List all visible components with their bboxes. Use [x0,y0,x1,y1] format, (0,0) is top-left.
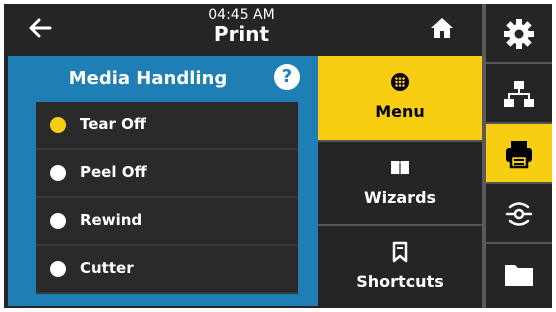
radio-selected-icon [50,117,66,133]
dots-grid-icon [391,73,409,91]
shortcuts-label: Shortcuts [356,272,444,291]
wireless-icon [505,202,533,226]
bookmark-icon [392,241,408,263]
book-icon [391,161,409,176]
print-button[interactable] [486,124,552,184]
connectivity-button[interactable] [486,184,552,244]
option-label: Tear Off [80,115,147,133]
menu-column: Menu Wizards Shortcuts [318,56,482,308]
storage-button[interactable] [486,244,552,308]
radio-icon [50,261,66,277]
option-label: Cutter [80,259,134,277]
menu-button[interactable]: Menu [318,56,482,140]
page-title: Print [213,22,270,47]
printer-icon [506,141,532,169]
network-button[interactable] [486,64,552,124]
option-peel-off[interactable]: Peel Off [36,150,298,198]
network-icon [504,81,534,107]
menu-label: Menu [375,102,425,121]
option-rewind[interactable]: Rewind [36,198,298,246]
title-block: 04:45 AM Print [154,7,329,47]
folder-icon [505,265,533,286]
option-tear-off[interactable]: Tear Off [36,102,298,150]
top-bar: 04:45 AM Print [4,4,482,52]
printer-screen: 04:45 AM Print Media Handling ? Tear Off… [4,4,552,308]
gear-icon [504,19,534,49]
back-arrow-icon[interactable] [24,12,56,44]
clock-time: 04:45 AM [208,7,275,23]
shortcuts-button[interactable]: Shortcuts [318,224,482,308]
settings-button[interactable] [486,4,552,64]
help-button[interactable]: ? [274,64,300,90]
right-sidebar [486,4,552,308]
option-label: Peel Off [80,163,147,181]
wizards-label: Wizards [363,188,437,207]
wizards-button[interactable]: Wizards [318,140,482,224]
option-cutter[interactable]: Cutter [36,246,298,294]
option-label: Rewind [80,211,143,229]
home-icon[interactable] [429,16,455,40]
panel-title: Media Handling [68,68,228,89]
option-list: Tear Off Peel Off Rewind Cutter [36,102,298,294]
radio-icon [50,165,66,181]
media-handling-panel: Media Handling ? Tear Off Peel Off Rewin… [8,56,318,306]
radio-icon [50,213,66,229]
